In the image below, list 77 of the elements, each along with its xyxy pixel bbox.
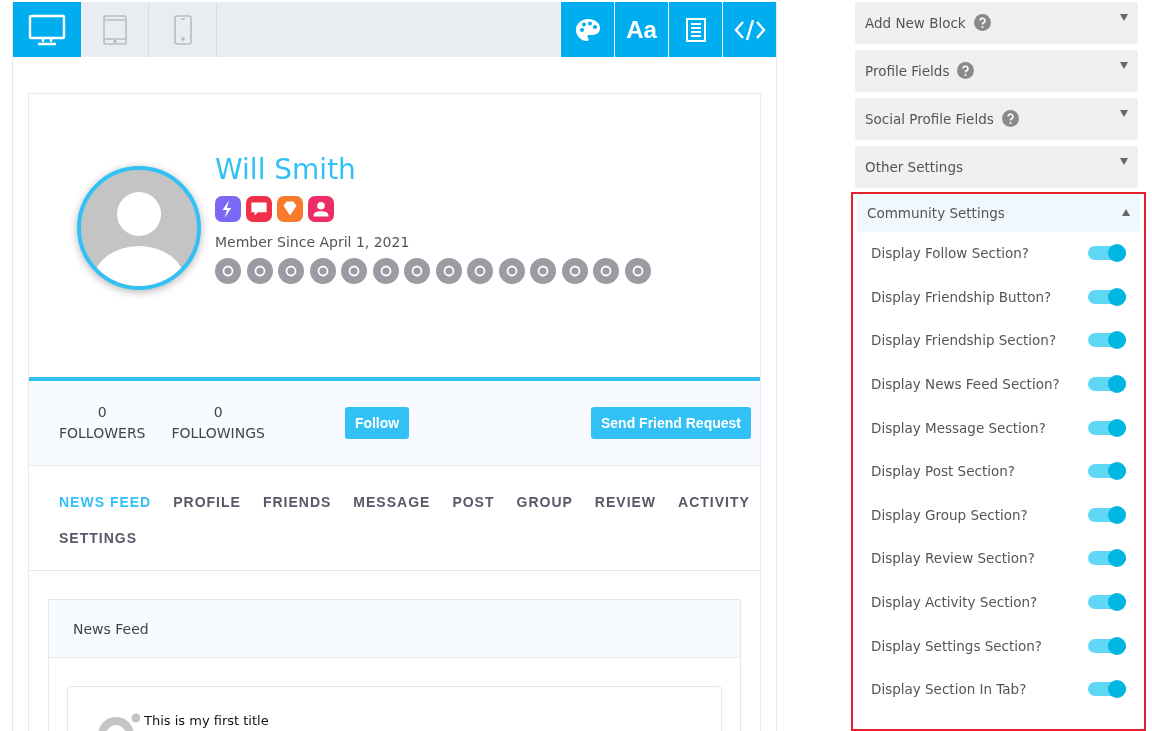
social-icon[interactable] [246, 258, 273, 284]
accordion-header[interactable]: Profile Fields [855, 49, 1138, 92]
profile-tab[interactable]: POST [452, 484, 495, 520]
font-label: Aa [626, 15, 657, 44]
social-icon[interactable] [215, 258, 241, 284]
panel-title: News Feed [73, 620, 149, 637]
setting-label: Display Friendship Section? [871, 332, 1057, 349]
section-title: Profile Fields [865, 62, 950, 79]
member-since: Member Since April 1, 2021 [215, 234, 411, 250]
profile-tab[interactable]: FRIENDS [262, 484, 332, 520]
setting-label: Display Activity Section? [871, 594, 1038, 611]
toolbar-button[interactable] [668, 2, 722, 57]
social-icon[interactable] [593, 258, 619, 284]
post-title: This is my first title [144, 713, 269, 728]
social-icon[interactable] [372, 258, 399, 284]
stat-value: 0 [213, 403, 223, 422]
profile-tab[interactable]: REVIEW [594, 484, 657, 520]
device-tab[interactable] [13, 2, 81, 57]
setting-label: Display Settings Section? [871, 637, 1043, 654]
accordion-header[interactable]: Other Settings [855, 145, 1138, 188]
toggle-switch[interactable] [1088, 333, 1126, 348]
toggle-switch[interactable] [1088, 377, 1126, 392]
accordion-header[interactable]: Add New Block [855, 2, 1138, 44]
help-icon[interactable] [973, 14, 991, 32]
setting-label: Display Message Section? [871, 419, 1046, 436]
section-title: Community Settings [867, 204, 1005, 221]
document-icon [685, 17, 706, 42]
social-icon[interactable] [341, 258, 367, 284]
social-icon[interactable] [309, 258, 336, 284]
social-icon[interactable] [624, 258, 651, 284]
social-icon[interactable] [561, 258, 588, 284]
toggle-switch[interactable] [1088, 289, 1126, 304]
code-icon [733, 17, 766, 42]
phone-icon [173, 14, 192, 45]
section-title: Add New Block [865, 14, 966, 31]
setting-label: Display Post Section? [871, 463, 1015, 480]
accordion-header[interactable]: Community Settings [857, 193, 1140, 232]
section-title: Social Profile Fields [865, 110, 994, 127]
accordion-header[interactable]: Social Profile Fields [855, 97, 1138, 140]
social-icon[interactable] [435, 258, 462, 284]
toggle-switch[interactable] [1088, 682, 1126, 697]
tablet-icon [102, 14, 127, 45]
setting-label: Display Review Section? [871, 550, 1035, 567]
setting-label: Display Friendship Button? [871, 288, 1052, 305]
toggle-switch[interactable] [1088, 420, 1126, 435]
stat-label: FOLLOWERS [59, 424, 146, 443]
profile-tab[interactable]: PROFILE [173, 484, 241, 520]
desktop-icon [28, 13, 66, 46]
toolbar-button[interactable] [722, 2, 776, 57]
social-icon[interactable] [278, 258, 304, 284]
toggle-switch[interactable] [1088, 595, 1126, 610]
social-icon[interactable] [404, 258, 430, 284]
profile-tab[interactable]: ACTIVITY [678, 484, 750, 520]
toolbar-button[interactable] [560, 2, 614, 57]
toggle-switch[interactable] [1088, 507, 1126, 522]
stat-value: 0 [97, 403, 107, 422]
profile-name: Will Smith [215, 152, 357, 188]
setting-label: Display Section In Tab? [871, 681, 1027, 698]
social-icon[interactable] [498, 258, 525, 284]
profile-tab[interactable]: MESSAGE [353, 484, 431, 520]
help-icon[interactable] [1001, 110, 1019, 128]
setting-label: Display Follow Section? [871, 245, 1029, 262]
toggle-switch[interactable] [1088, 638, 1126, 653]
setting-label: Display News Feed Section? [871, 376, 1060, 393]
help-icon[interactable] [957, 62, 975, 80]
section-title: Other Settings [865, 158, 963, 175]
social-icon[interactable] [530, 258, 556, 284]
stat-label: FOLLOWINGS [171, 424, 265, 443]
palette-icon [574, 17, 601, 42]
toggle-switch[interactable] [1088, 551, 1126, 566]
social-icon[interactable] [467, 258, 493, 284]
profile-tab[interactable]: GROUP [516, 484, 573, 520]
toggle-switch[interactable] [1088, 246, 1126, 261]
toggle-switch[interactable] [1088, 464, 1126, 479]
avatar-icon [96, 713, 140, 731]
setting-label: Display Group Section? [871, 506, 1028, 523]
profile-tab[interactable]: SETTINGS [59, 520, 137, 556]
